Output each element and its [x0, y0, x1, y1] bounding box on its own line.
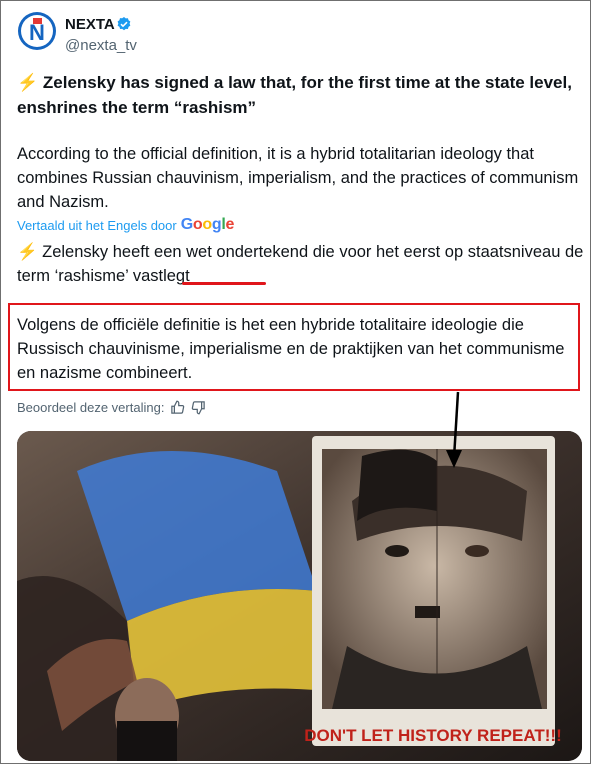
avatar-letter: N — [29, 20, 45, 45]
rate-translation-label: Beoordeel deze vertaling: — [17, 400, 165, 415]
annotation-arrow-icon — [446, 391, 462, 468]
account-handle[interactable]: @nexta_tv — [65, 37, 137, 54]
annotation-underline — [182, 282, 266, 285]
google-logo-icon: Google — [180, 216, 235, 233]
rate-translation: Beoordeel deze vertaling: — [17, 400, 206, 415]
avatar-logo-icon: N — [21, 15, 53, 47]
verified-badge-icon — [117, 17, 131, 31]
tweet-body: According to the official definition, it… — [17, 145, 579, 211]
translated-headline: ⚡️ Zelensky heeft een wet ondertekend di… — [17, 243, 584, 285]
sign-text: DON'T LET HISTORY REPEAT!!! — [304, 726, 561, 745]
protest-photo: DON'T LET HISTORY REPEAT!!! — [17, 431, 582, 761]
translated-body: Volgens de officiële definitie is het ee… — [17, 316, 565, 382]
translation-attribution[interactable]: Vertaald uit het Engels door Google — [17, 216, 234, 234]
thumbs-down-icon[interactable] — [191, 400, 206, 415]
translation-label: Vertaald uit het Engels door — [17, 217, 177, 233]
avatar[interactable]: N — [18, 12, 56, 50]
tweet-photo[interactable]: DON'T LET HISTORY REPEAT!!! — [17, 431, 582, 761]
account-name[interactable]: NEXTA — [65, 16, 115, 33]
thumbs-up-icon[interactable] — [170, 400, 185, 415]
tweet-headline: ⚡️ Zelensky has signed a law that, for t… — [17, 73, 572, 117]
